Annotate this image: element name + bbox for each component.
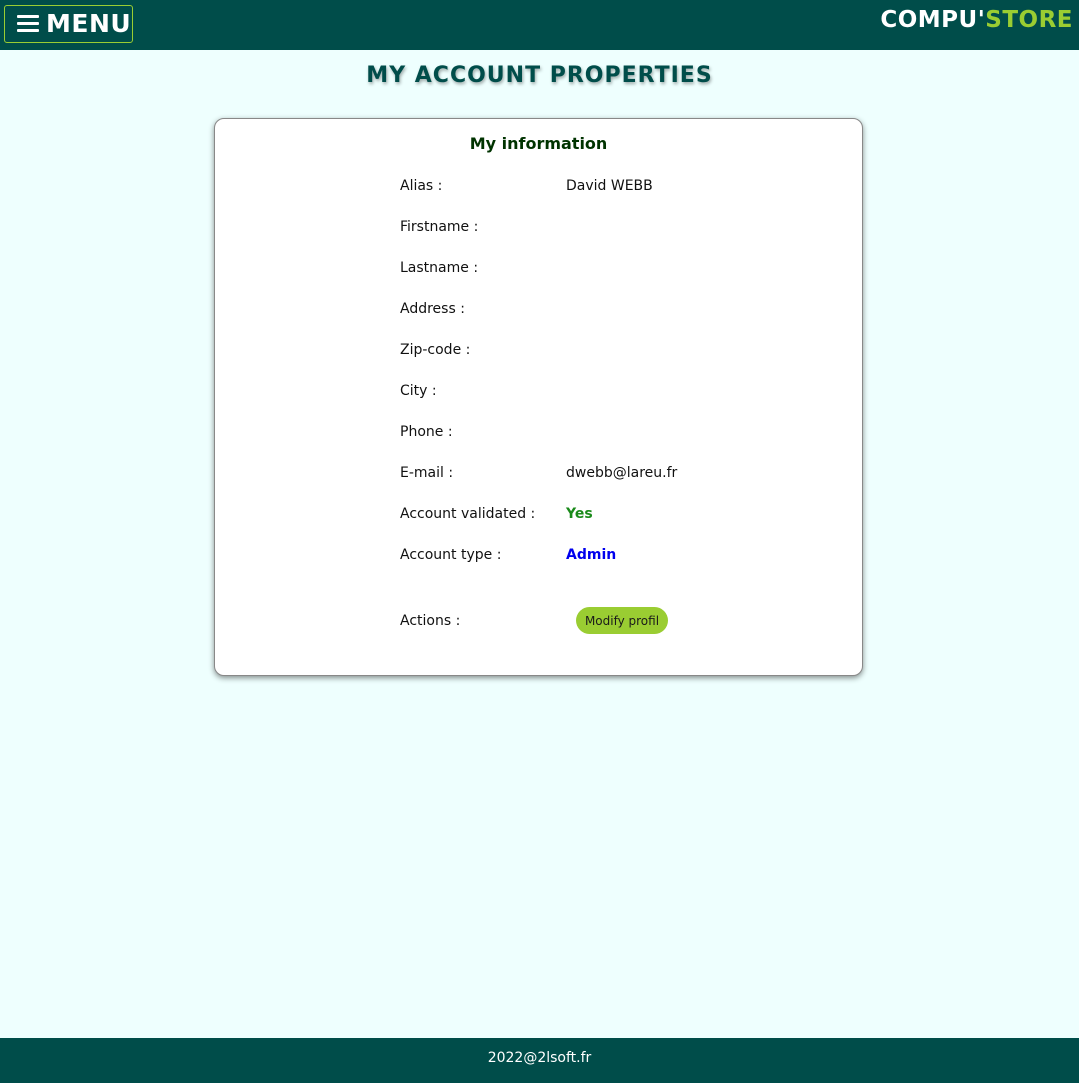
alias-label: Alias : [400, 178, 443, 194]
address-label: Address : [400, 301, 465, 317]
modify-profile-button[interactable]: Modify profil [576, 607, 668, 634]
brand-logo[interactable]: COMPU'STORE [880, 7, 1073, 33]
email-label: E-mail : [400, 465, 454, 481]
account-type-label: Account type : [400, 547, 502, 563]
page-title: MY ACCOUNT PROPERTIES [366, 63, 713, 88]
actions-label: Actions : [400, 613, 461, 629]
brand-name-part1: COMPU' [880, 7, 986, 33]
zip-code-label: Zip-code : [400, 342, 471, 358]
hamburger-icon [17, 15, 39, 33]
footer-text: 2022@2lsoft.fr [487, 1050, 592, 1066]
firstname-label: Firstname : [400, 219, 479, 235]
account-validated-value: Yes [566, 506, 593, 522]
city-label: City : [400, 383, 437, 399]
phone-label: Phone : [400, 424, 453, 440]
email-value: dwebb@lareu.fr [566, 465, 678, 481]
card-title: My information [469, 134, 608, 153]
menu-button[interactable]: MENU [4, 5, 133, 43]
account-validated-label: Account validated : [400, 506, 536, 522]
footer: 2022@2lsoft.fr [0, 1038, 1079, 1083]
top-bar: MENU COMPU'STORE [0, 0, 1079, 50]
alias-value: David WEBB [566, 178, 653, 194]
lastname-label: Lastname : [400, 260, 479, 276]
brand-name-part2: STORE [985, 7, 1073, 33]
account-info-card: My information Alias : David WEBB Firstn… [214, 118, 863, 676]
menu-label: MENU [46, 9, 132, 38]
account-type-value: Admin [566, 547, 617, 563]
